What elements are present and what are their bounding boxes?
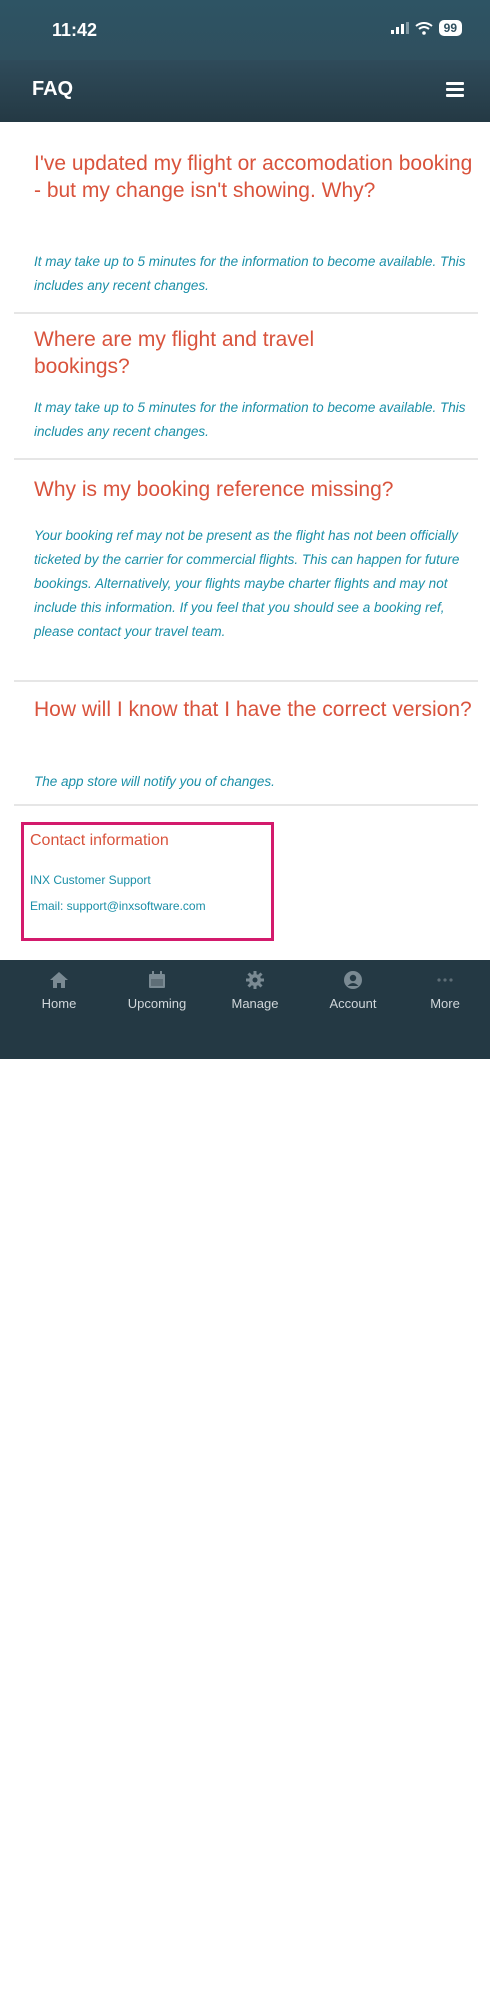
bottom-tab-bar: Home Upcoming Manage Account More [0,960,490,2010]
hamburger-menu-icon[interactable] [446,82,464,97]
tab-label: Manage [231,996,279,1011]
app-header: FAQ [0,60,490,122]
faq-content[interactable]: I've updated my flight or accomodation b… [0,122,490,960]
tab-home[interactable]: Home [14,970,104,1011]
faq-question: Where are my flight and travel bookings? [34,328,315,378]
wifi-icon [415,21,433,35]
faq-answer: Your booking ref may not be present as t… [34,528,460,639]
tab-label: Account [329,996,377,1011]
faq-answer: It may take up to 5 minutes for the info… [34,254,466,293]
signal-icon [390,22,409,34]
tab-label: Home [41,996,77,1011]
gear-icon [246,971,264,989]
faq-answer: It may take up to 5 minutes for the info… [34,400,466,439]
tab-more[interactable]: More [400,970,490,1011]
contact-name: INX Customer Support [30,873,151,887]
status-time: 11:42 [52,20,98,40]
calendar-icon [149,971,165,988]
user-icon [344,971,362,989]
home-icon [50,972,68,988]
faq-item: I've updated my flight or accomodation b… [14,122,478,314]
tab-manage[interactable]: Manage [210,970,300,1011]
faq-question: I've updated my flight or accomodation b… [34,152,473,202]
contact-email[interactable]: Email: support@inxsoftware.com [30,899,206,913]
faq-answer: The app store will notify you of changes… [34,774,275,789]
home-indicator [165,2005,325,2010]
page-title: FAQ [32,78,74,100]
faq-question: Why is my booking reference missing? [34,478,394,501]
faq-item: Why is my booking reference missing? You… [14,460,478,682]
tab-upcoming[interactable]: Upcoming [112,970,202,1011]
battery-indicator: 99 [438,20,462,36]
faq-item: How will I know that I have the correct … [14,682,478,806]
faq-item: Where are my flight and travel bookings?… [14,314,478,460]
tab-label: More [430,996,460,1011]
tab-label: Upcoming [127,996,187,1011]
contact-title: Contact information [30,832,169,849]
status-bar: 11:42 99 [0,0,490,60]
faq-question: How will I know that I have the correct … [34,698,472,721]
contact-info-box: Contact information INX Customer Support… [21,822,274,941]
status-icons: 99 [390,20,462,36]
more-icon [437,978,453,982]
tab-account[interactable]: Account [308,970,398,1011]
